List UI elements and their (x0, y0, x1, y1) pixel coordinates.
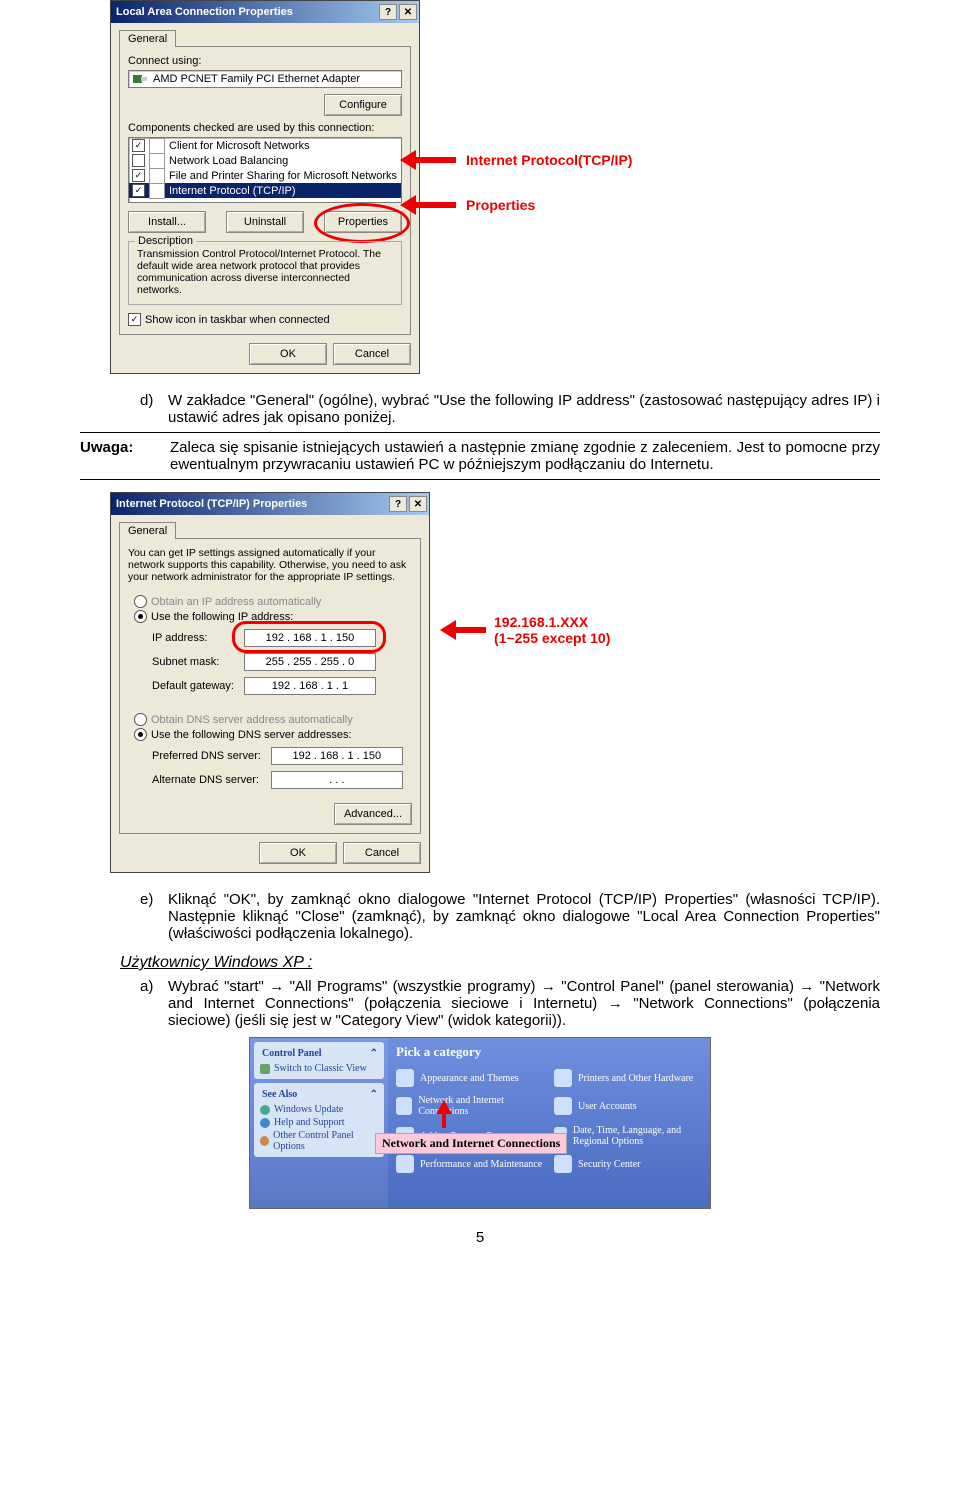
alt-dns-label: Alternate DNS server: (148, 769, 265, 791)
adapter-name: AMD PCNET Family PCI Ethernet Adapter (153, 73, 360, 85)
ok-button[interactable]: OK (249, 343, 327, 365)
radio-auto-ip[interactable] (134, 595, 147, 608)
ok-button[interactable]: OK (259, 842, 337, 864)
pref-dns-field[interactable]: 192 . 168 . 1 . 150 (271, 747, 403, 765)
xp-category[interactable]: Performance and Maintenance (396, 1152, 544, 1176)
ip-label: IP address: (148, 627, 238, 649)
xp-link[interactable]: Windows Update (260, 1103, 378, 1116)
cancel-button[interactable]: Cancel (333, 343, 411, 365)
security-icon (554, 1155, 572, 1173)
network-icon (396, 1097, 412, 1115)
xp-link[interactable]: Help and Support (260, 1116, 378, 1129)
configure-button[interactable]: Configure (324, 94, 402, 116)
xp-category[interactable]: Appearance and Themes (396, 1066, 544, 1090)
install-button[interactable]: Install... (128, 211, 206, 233)
list-item[interactable]: File and Printer Sharing for Microsoft N… (169, 170, 397, 182)
help-button[interactable]: ? (379, 4, 397, 20)
gateway-label: Default gateway: (148, 675, 238, 697)
note-label: Uwaga: (80, 439, 150, 473)
paragraph-a: Wybrać "start" → "All Programs" (wszystk… (168, 978, 880, 1029)
radio-auto-dns[interactable] (134, 713, 147, 726)
xp-category-network[interactable]: Network and Internet Connections (396, 1092, 544, 1120)
users-icon (554, 1097, 572, 1115)
callout-tcpip: Internet Protocol(TCP/IP) (466, 152, 632, 168)
page-number: 5 (80, 1229, 880, 1246)
list-item-tcpip[interactable]: Internet Protocol (TCP/IP) (169, 185, 296, 197)
printers-icon (554, 1069, 572, 1087)
xp-category[interactable]: Printers and Other Hardware (554, 1066, 702, 1090)
radio-auto-dns-label: Obtain DNS server address automatically (151, 714, 353, 726)
highlight-circle-icon (232, 621, 386, 653)
highlight-circle-icon (314, 203, 410, 243)
tcpip-properties-dialog: Internet Protocol (TCP/IP) Properties ? … (110, 492, 430, 873)
collapse-icon[interactable]: ⌃ (370, 1089, 378, 1100)
components-label: Components checked are used by this conn… (128, 122, 402, 134)
xp-category[interactable]: User Accounts (554, 1092, 702, 1120)
connect-using-label: Connect using: (128, 55, 402, 67)
advanced-button[interactable]: Advanced... (334, 803, 412, 825)
dialog-title: Internet Protocol (TCP/IP) Properties (116, 498, 387, 510)
xp-category[interactable]: Date, Time, Language, and Regional Optio… (554, 1122, 702, 1150)
components-list[interactable]: Client for Microsoft Networks Network Lo… (128, 137, 402, 203)
intro-text: You can get IP settings assigned automat… (128, 547, 412, 583)
radio-use-dns[interactable] (134, 728, 147, 741)
lan-properties-dialog: Local Area Connection Properties ? ✕ Gen… (110, 0, 420, 374)
subnet-field[interactable]: 255 . 255 . 255 . 0 (244, 653, 376, 671)
tab-general[interactable]: General (119, 522, 176, 539)
paragraph-e: Kliknąć "OK", by zamknąć okno dialogowe … (168, 891, 880, 942)
close-button[interactable]: ✕ (409, 496, 427, 512)
radio-use-dns-label: Use the following DNS server addresses: (151, 729, 352, 741)
list-item[interactable]: Client for Microsoft Networks (169, 140, 310, 152)
pref-dns-label: Preferred DNS server: (148, 745, 265, 767)
list-item[interactable]: Network Load Balancing (169, 155, 288, 167)
xp-link[interactable]: Other Control Panel Options (260, 1129, 378, 1153)
show-icon-checkbox[interactable] (128, 313, 141, 326)
description-label: Description (135, 235, 196, 247)
callout-properties: Properties (466, 197, 535, 213)
collapse-icon[interactable]: ⌃ (370, 1048, 378, 1059)
callout-network-connections: Network and Internet Connections (375, 1133, 567, 1154)
xp-control-panel: Control Panel ⌃ Switch to Classic View Se… (249, 1037, 711, 1209)
paragraph-d: W zakładce "General" (ogólne), wybrać "U… (168, 392, 880, 426)
arrow-left-icon (400, 195, 416, 215)
performance-icon (396, 1155, 414, 1173)
xp-panel-title: Control Panel (262, 1048, 322, 1059)
gateway-field[interactable]: 192 . 168 . 1 . 1 (244, 677, 376, 695)
arrow-body-icon (416, 157, 456, 163)
dialog-title: Local Area Connection Properties (116, 6, 377, 18)
arrow-left-icon (440, 620, 456, 640)
alt-dns-field[interactable]: . . . (271, 771, 403, 789)
note-body: Zaleca się spisanie istniejących ustawie… (170, 439, 880, 473)
arrow-left-icon (400, 150, 416, 170)
radio-auto-ip-label: Obtain an IP address automatically (151, 596, 321, 608)
description-text: Transmission Control Protocol/Internet P… (137, 248, 393, 296)
dialog-titlebar: Local Area Connection Properties ? ✕ (111, 1, 419, 23)
radio-use-ip[interactable] (134, 610, 147, 623)
appearance-icon (396, 1069, 414, 1087)
xp-link-classic[interactable]: Switch to Classic View (260, 1062, 378, 1075)
list-letter-d: d) (140, 392, 160, 426)
callout-ip-note: (1~255 except 10) (494, 630, 610, 646)
show-icon-label: Show icon in taskbar when connected (145, 314, 330, 326)
list-letter-a: a) (140, 978, 160, 1029)
callout-ip-range: 192.168.1.XXX (494, 614, 610, 630)
list-letter-e: e) (140, 891, 160, 942)
help-button[interactable]: ? (389, 496, 407, 512)
tab-general[interactable]: General (119, 30, 176, 47)
arrow-body-icon (456, 627, 486, 633)
uninstall-button[interactable]: Uninstall (226, 211, 304, 233)
xp-panel-title: See Also (262, 1089, 297, 1100)
cancel-button[interactable]: Cancel (343, 842, 421, 864)
subheading-xp: Użytkownicy Windows XP : (120, 954, 880, 972)
xp-category[interactable]: Security Center (554, 1152, 702, 1176)
arrow-body-icon (416, 202, 456, 208)
nic-icon (133, 73, 147, 85)
xp-pick-category: Pick a category (396, 1044, 702, 1060)
arrow-up-icon (436, 1100, 452, 1114)
note-block: Uwaga: Zaleca się spisanie istniejących … (80, 432, 880, 480)
subnet-label: Subnet mask: (148, 651, 238, 673)
